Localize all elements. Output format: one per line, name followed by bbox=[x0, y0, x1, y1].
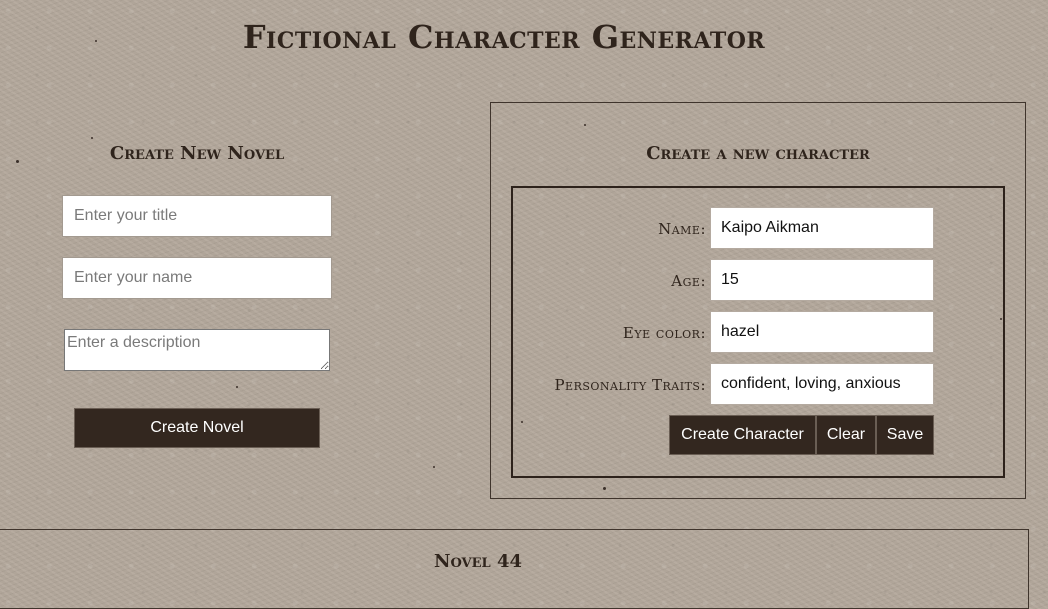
paper-speck bbox=[16, 160, 19, 163]
novel-title-input[interactable] bbox=[62, 195, 332, 237]
character-eye-color-input[interactable] bbox=[710, 311, 934, 353]
create-character-button[interactable]: Create Character bbox=[669, 415, 816, 455]
author-name-input[interactable] bbox=[62, 257, 332, 299]
character-age-input[interactable] bbox=[710, 259, 934, 301]
character-name-input[interactable] bbox=[710, 207, 934, 249]
eye-color-label: Eye color: bbox=[622, 324, 706, 342]
novel-description-input[interactable] bbox=[64, 329, 330, 371]
paper-speck bbox=[236, 386, 238, 388]
novel-heading: Novel 44 bbox=[434, 551, 522, 572]
paper-speck bbox=[91, 137, 93, 139]
character-panel: Create a new character Name: Age: Eye co… bbox=[490, 102, 1026, 499]
personality-traits-label: Personality Traits: bbox=[554, 376, 706, 394]
create-character-heading: Create a new character bbox=[646, 143, 870, 164]
paper-speck bbox=[433, 466, 435, 468]
create-novel-heading: Create New Novel bbox=[109, 143, 285, 164]
character-traits-input[interactable] bbox=[710, 363, 934, 405]
name-label: Name: bbox=[658, 220, 706, 238]
page-title: Fictional Character Generator bbox=[242, 18, 766, 56]
save-button[interactable]: Save bbox=[876, 415, 934, 455]
clear-button[interactable]: Clear bbox=[816, 415, 876, 455]
create-novel-button[interactable]: Create Novel bbox=[74, 408, 320, 448]
character-form: Name: Age: Eye color: Personality Traits… bbox=[511, 186, 1005, 478]
age-label: Age: bbox=[671, 272, 706, 290]
novel-card: Novel 44 bbox=[0, 529, 1029, 609]
